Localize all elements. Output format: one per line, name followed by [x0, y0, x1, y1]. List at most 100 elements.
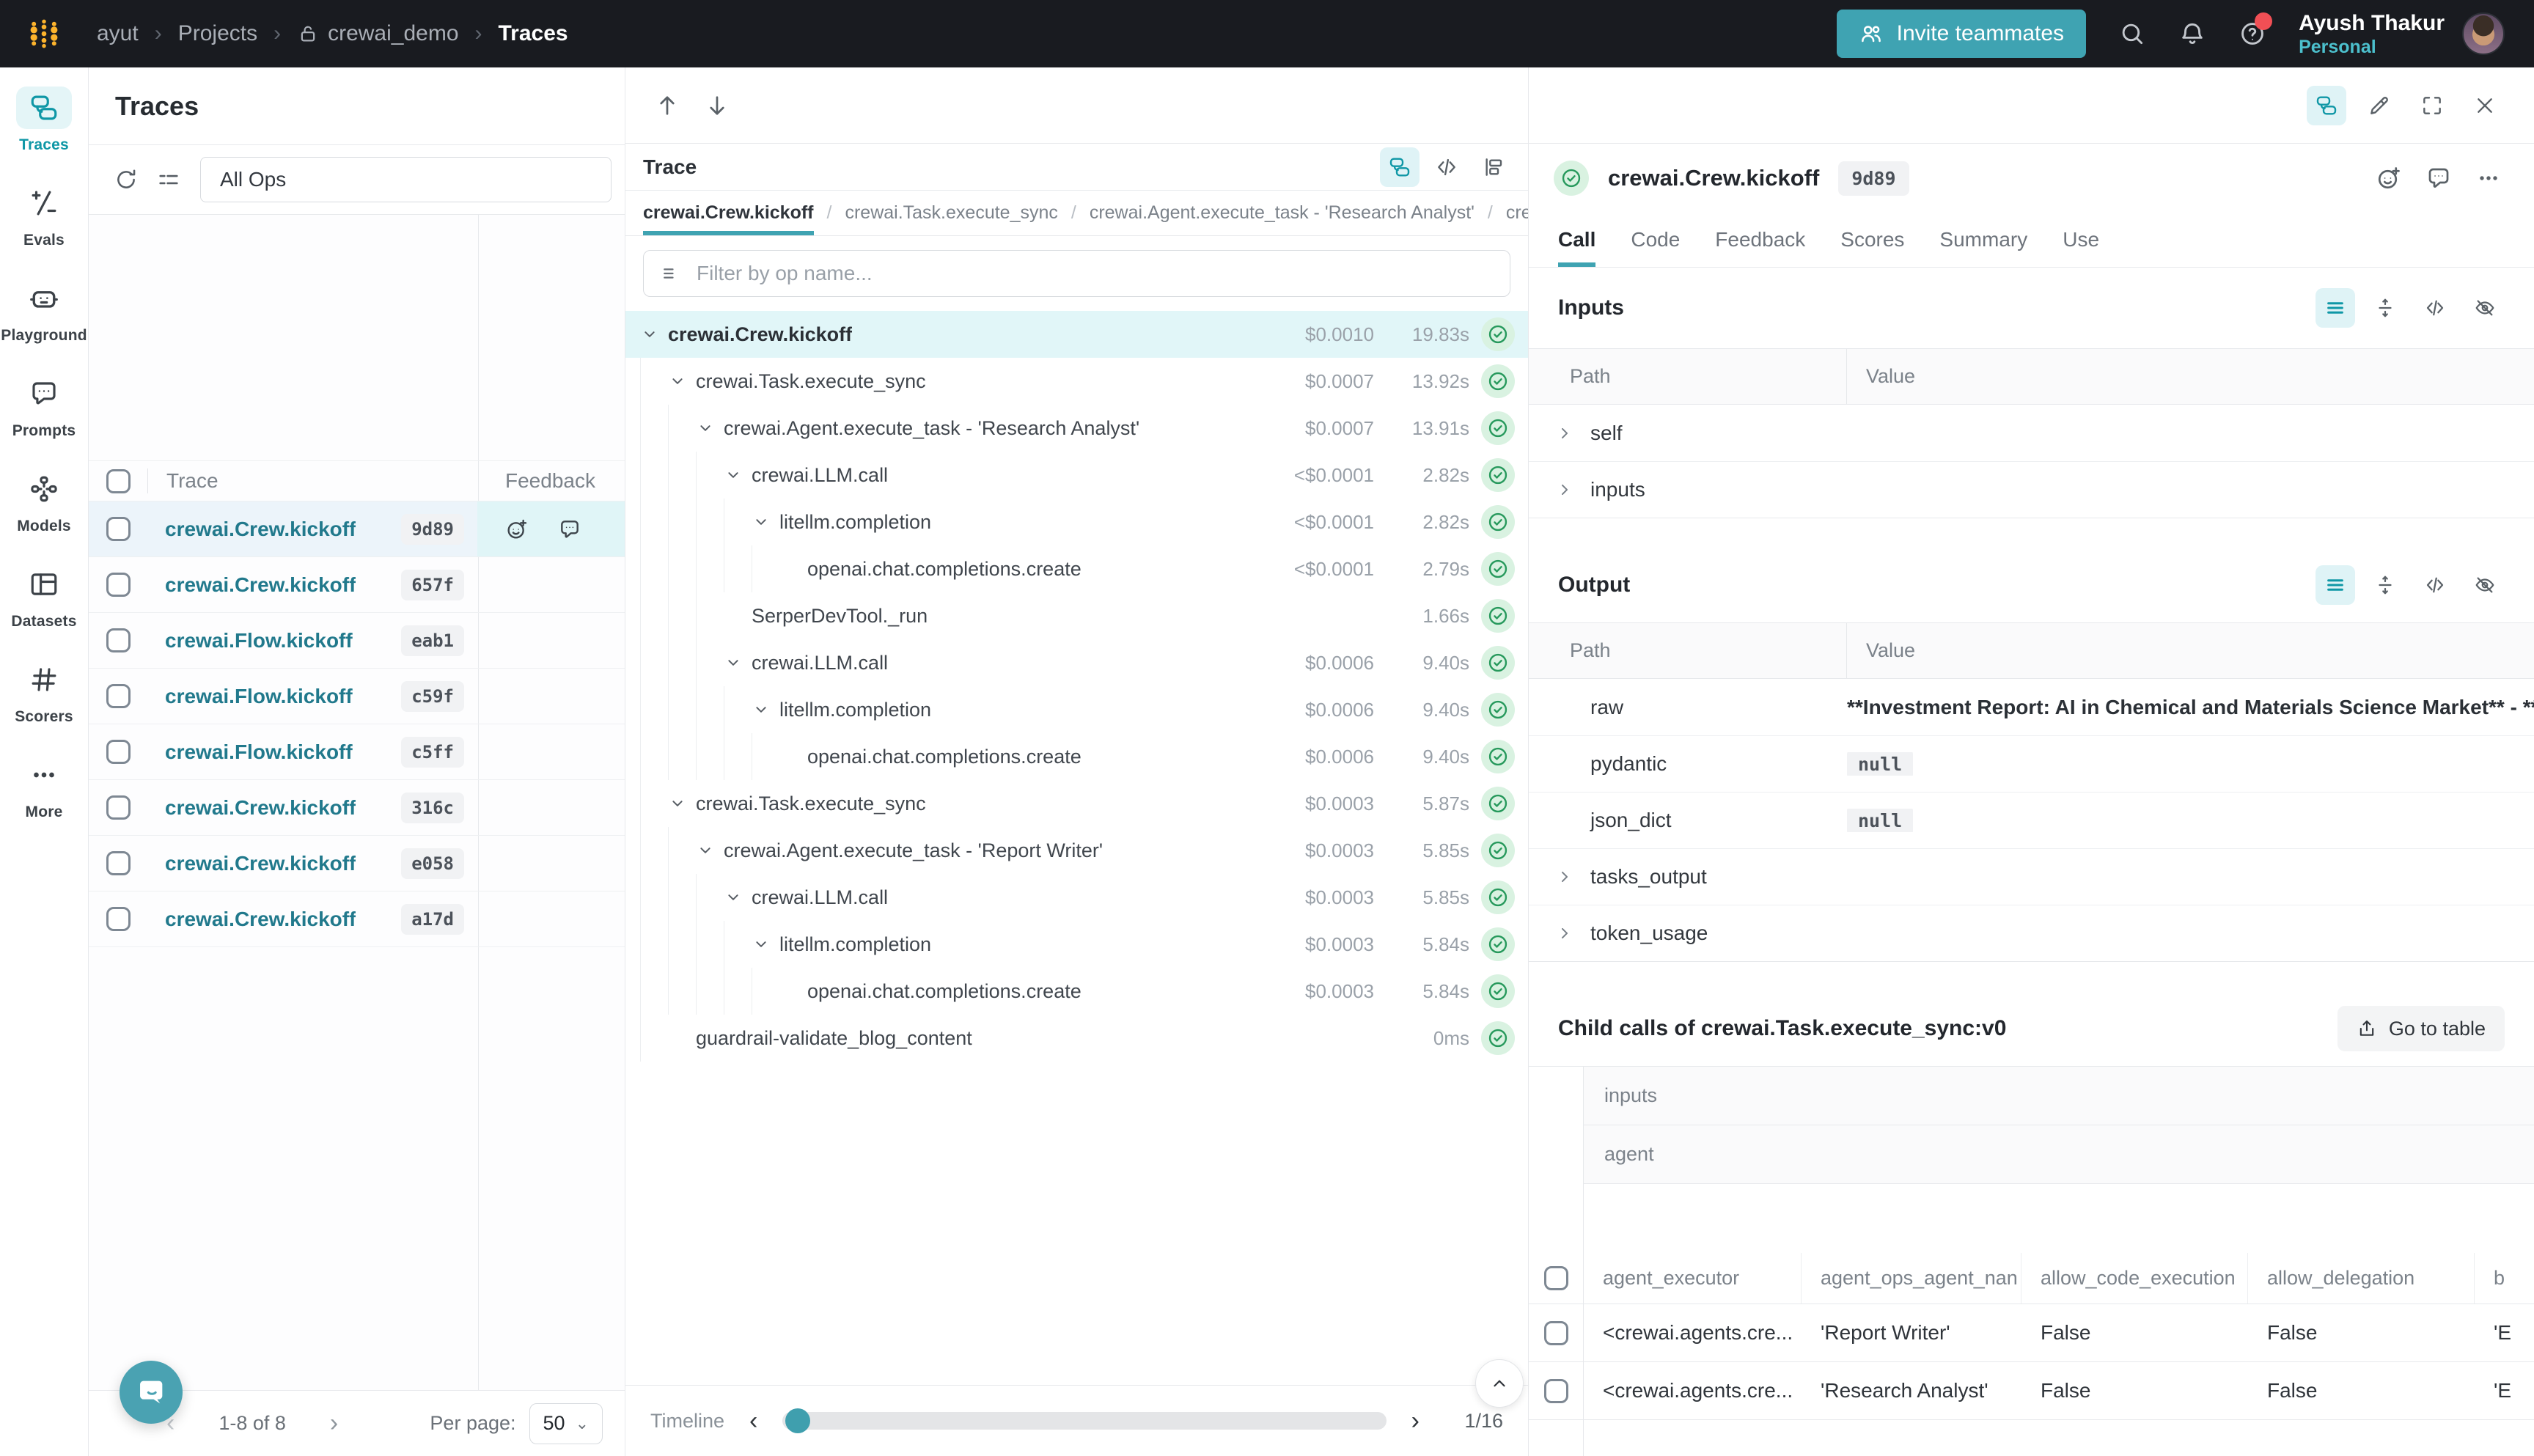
chevron-down-icon[interactable]	[724, 653, 752, 672]
invite-teammates-button[interactable]: Invite teammates	[1837, 10, 2086, 58]
add-reaction-icon[interactable]	[505, 518, 529, 541]
column-header[interactable]: b	[2475, 1253, 2534, 1304]
span-tree-row[interactable]: guardrail-validate_blog_content0ms	[625, 1015, 1528, 1062]
go-to-table-button[interactable]: Go to table	[2337, 1006, 2505, 1051]
row-checkbox[interactable]	[1544, 1379, 1568, 1403]
per-page-select[interactable]: 50 ⌄	[529, 1403, 603, 1444]
trace-crumb-tab[interactable]: crewai.Agent.execute_task - 'Research An…	[1090, 191, 1475, 235]
chevron-down-icon[interactable]	[696, 419, 724, 438]
trace-name-link[interactable]: crewai.Crew.kickoff	[165, 852, 356, 875]
chevron-down-icon[interactable]	[752, 935, 779, 954]
column-header[interactable]: allow_delegation	[2248, 1253, 2475, 1304]
hide-values-eye-icon[interactable]	[2465, 565, 2505, 605]
column-header[interactable]: allow_code_execution	[2021, 1253, 2248, 1304]
row-checkbox[interactable]	[106, 517, 131, 541]
trace-name-link[interactable]: crewai.Flow.kickoff	[165, 629, 353, 652]
row-checkbox[interactable]	[106, 740, 131, 764]
tab-feedback[interactable]: Feedback	[1715, 213, 1805, 267]
sidebar-item-prompts[interactable]: Prompts	[0, 372, 88, 440]
table-row[interactable]: crewai.Flow.kickoffc59f	[89, 669, 625, 724]
table-row[interactable]: crewai.Flow.kickoff eab1	[89, 613, 625, 669]
trace-name-link[interactable]: crewai.Flow.kickoff	[165, 740, 353, 764]
trace-id-badge[interactable]: c5ff	[401, 737, 464, 768]
table-row[interactable]: <crewai.agents.cre...'Report Writer'Fals…	[1529, 1304, 2534, 1362]
trace-name-link[interactable]: crewai.Crew.kickoff	[165, 796, 356, 820]
table-row[interactable]: crewai.Crew.kickoff 316c	[89, 780, 625, 836]
table-row[interactable]: crewai.Crew.kickoff9d89	[89, 501, 625, 557]
span-tree-row[interactable]: crewai.LLM.call$0.00035.85s	[625, 874, 1528, 921]
tree-view-button[interactable]	[1380, 147, 1420, 187]
breadcrumb-item-Traces[interactable]: Traces	[499, 21, 568, 46]
kv-row[interactable]: inputs	[1529, 461, 2534, 518]
add-reaction-icon[interactable]	[2376, 165, 2402, 191]
fullscreen-expand-button[interactable]	[2412, 86, 2452, 125]
sidebar-item-datasets[interactable]: Datasets	[0, 563, 88, 630]
table-row[interactable]: crewai.Crew.kickoffe058	[89, 836, 625, 891]
chevron-down-icon[interactable]	[752, 700, 779, 719]
row-checkbox[interactable]	[106, 628, 131, 652]
chevron-down-icon[interactable]	[696, 841, 724, 860]
help-icon[interactable]	[2239, 20, 2266, 48]
chevron-down-icon[interactable]	[724, 888, 752, 907]
table-row[interactable]: crewai.Flow.kickoff c5ff	[89, 724, 625, 780]
span-tree-row[interactable]: crewai.LLM.call$0.00069.40s	[625, 639, 1528, 686]
avatar[interactable]	[2462, 12, 2505, 55]
kv-row[interactable]: tasks_output	[1529, 848, 2534, 905]
column-header[interactable]: agent_ops_agent_nan	[1802, 1253, 2021, 1304]
call-id-badge[interactable]: 9d89	[1838, 161, 1909, 196]
column-header[interactable]: agent_executor	[1584, 1253, 1802, 1304]
span-tree-row[interactable]: crewai.Task.execute_sync$0.00035.87s	[625, 780, 1528, 827]
chevron-right-icon[interactable]	[1555, 480, 1577, 499]
breadcrumb-item-crewai_demo[interactable]: crewai_demo	[297, 21, 458, 46]
timeline-next-icon[interactable]: ›	[1406, 1407, 1425, 1435]
trace-crumb-tab[interactable]: crewai.Task.execute_sync	[845, 191, 1057, 235]
span-tree-row[interactable]: crewai.Task.execute_sync$0.000713.92s	[625, 358, 1528, 405]
trace-id-badge[interactable]: 657f	[401, 570, 464, 600]
close-icon[interactable]	[2465, 86, 2505, 125]
row-checkbox[interactable]	[106, 573, 131, 597]
select-all-checkbox[interactable]	[106, 469, 131, 493]
breadcrumb-item-Projects[interactable]: Projects	[178, 21, 257, 46]
span-tree-row[interactable]: crewai.Agent.execute_task - 'Report Writ…	[625, 827, 1528, 874]
sidebar-item-models[interactable]: Models	[0, 468, 88, 535]
trace-id-badge[interactable]: 316c	[401, 793, 464, 823]
chevron-down-icon[interactable]	[640, 325, 668, 344]
chevron-right-icon[interactable]	[1555, 924, 1577, 943]
next-call-down-button[interactable]	[697, 86, 737, 125]
trace-id-badge[interactable]: eab1	[401, 625, 464, 656]
timeline-prev-icon[interactable]: ‹	[743, 1407, 763, 1435]
trace-column-header[interactable]: Trace	[148, 461, 477, 501]
notifications-bell-icon[interactable]	[2178, 20, 2206, 48]
chevron-down-icon[interactable]	[752, 512, 779, 532]
comment-icon[interactable]	[2425, 165, 2452, 191]
tab-summary[interactable]: Summary	[1939, 213, 2027, 267]
ops-filter-select[interactable]: All Ops	[200, 157, 612, 202]
trace-name-link[interactable]: crewai.Crew.kickoff	[165, 908, 356, 931]
kv-row[interactable]: self	[1529, 405, 2534, 461]
sidebar-item-more[interactable]: More	[0, 754, 88, 821]
sidebar-item-playground[interactable]: Playground	[0, 277, 88, 345]
tab-use[interactable]: Use	[2063, 213, 2099, 267]
comment-icon[interactable]	[558, 518, 581, 541]
flamegraph-view-button[interactable]	[1474, 147, 1513, 187]
tab-scores[interactable]: Scores	[1840, 213, 1904, 267]
span-tree-row[interactable]: SerperDevTool._run1.66s	[625, 592, 1528, 639]
more-options-icon[interactable]	[2475, 165, 2502, 191]
scroll-to-top-button[interactable]	[1475, 1359, 1524, 1408]
previous-call-up-button[interactable]	[647, 86, 687, 125]
chevron-right-icon[interactable]	[1555, 424, 1577, 443]
chevron-down-icon[interactable]	[668, 372, 696, 391]
feedback-column-header[interactable]: Feedback	[477, 461, 625, 501]
user-menu[interactable]: Ayush Thakur Personal	[2299, 10, 2505, 59]
trace-id-badge[interactable]: c59f	[401, 681, 464, 712]
tab-call[interactable]: Call	[1558, 213, 1595, 267]
row-checkbox[interactable]	[106, 851, 131, 875]
span-tree-row[interactable]: crewai.LLM.call<$0.00012.82s	[625, 452, 1528, 499]
op-filter-input[interactable]: Filter by op name...	[643, 250, 1510, 297]
span-tree-row[interactable]: openai.chat.completions.create$0.00035.8…	[625, 968, 1528, 1015]
span-tree-row[interactable]: litellm.completion$0.00035.84s	[625, 921, 1528, 968]
row-checkbox[interactable]	[106, 795, 131, 820]
chevron-down-icon[interactable]	[724, 466, 752, 485]
open-in-tree-button[interactable]	[2307, 86, 2346, 125]
expand-rows-button[interactable]	[2365, 288, 2405, 328]
